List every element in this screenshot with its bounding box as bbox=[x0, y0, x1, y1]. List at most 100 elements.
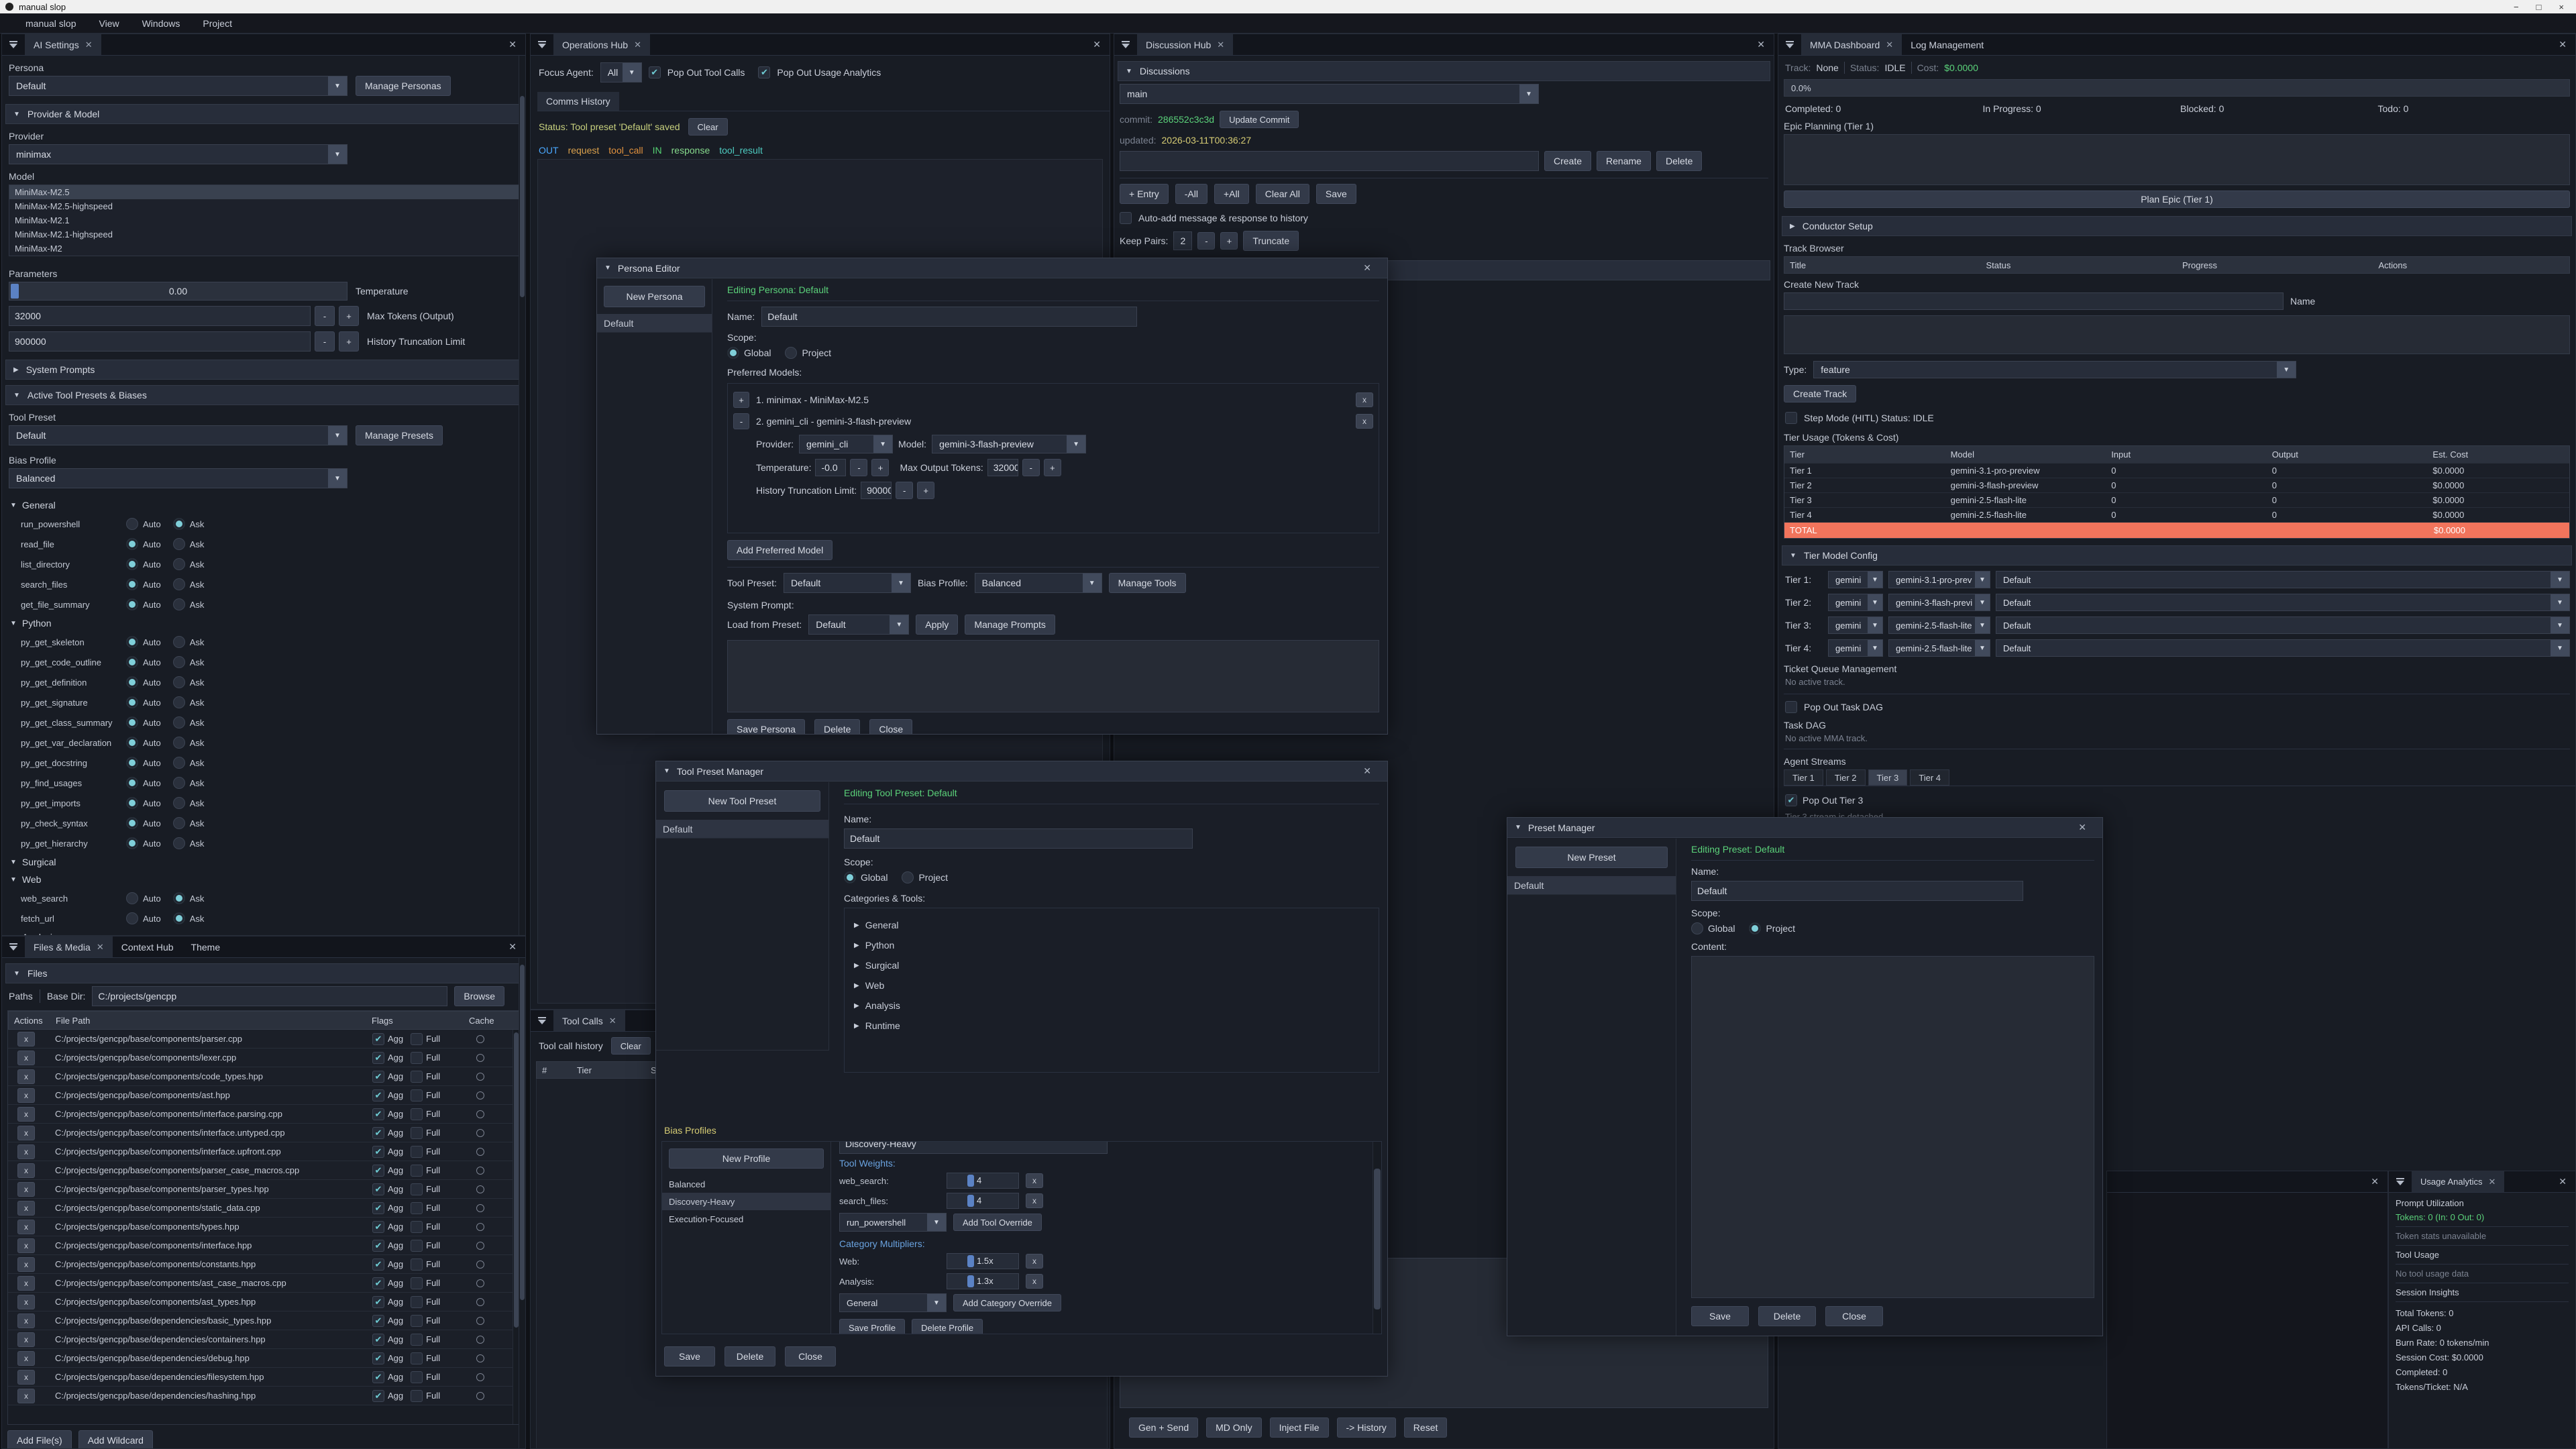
full-checkbox[interactable] bbox=[411, 1183, 423, 1195]
tab-close-icon[interactable]: ✕ bbox=[85, 40, 93, 50]
ask-radio[interactable] bbox=[173, 598, 185, 610]
panel-close-icon[interactable]: ✕ bbox=[1748, 34, 1774, 55]
full-checkbox[interactable] bbox=[411, 1108, 423, 1120]
tool-group-header[interactable]: ▼Surgical bbox=[2, 853, 525, 871]
auto-radio[interactable] bbox=[126, 676, 138, 688]
remove-file-button[interactable]: x bbox=[17, 1144, 35, 1159]
tab-theme[interactable]: Theme bbox=[182, 936, 229, 957]
category-row[interactable]: ▶Web bbox=[854, 975, 1379, 996]
remove-file-button[interactable]: x bbox=[17, 1370, 35, 1385]
agg-checkbox[interactable]: ✔ bbox=[372, 1371, 384, 1383]
tab-files-media[interactable]: Files & Media✕ bbox=[25, 936, 113, 957]
remove-override-button[interactable]: x bbox=[1026, 1254, 1043, 1269]
auto-radio[interactable] bbox=[126, 777, 138, 789]
full-checkbox[interactable] bbox=[411, 1352, 423, 1364]
auto-radio[interactable] bbox=[126, 892, 138, 904]
stream-tab-tier-4[interactable]: Tier 4 bbox=[1910, 769, 1949, 786]
dialog-close-icon[interactable]: ✕ bbox=[1354, 262, 1380, 274]
tool-weight-input[interactable]: 4 bbox=[947, 1173, 1019, 1189]
full-checkbox[interactable] bbox=[411, 1052, 423, 1064]
preset-name-input[interactable]: Default bbox=[1691, 881, 2023, 901]
remove-file-button[interactable]: x bbox=[17, 1276, 35, 1291]
new-persona-button[interactable]: New Persona bbox=[604, 286, 705, 307]
tool-preset-select[interactable]: Default▼ bbox=[9, 425, 347, 445]
type-select[interactable]: feature▼ bbox=[1813, 361, 2296, 378]
focus-agent-select[interactable]: All▼ bbox=[600, 62, 642, 83]
plan-epic-button[interactable]: Plan Epic (Tier 1) bbox=[1784, 191, 2570, 208]
agg-checkbox[interactable]: ✔ bbox=[372, 1240, 384, 1252]
agg-checkbox[interactable]: ✔ bbox=[372, 1071, 384, 1083]
full-checkbox[interactable] bbox=[411, 1146, 423, 1158]
agg-checkbox[interactable]: ✔ bbox=[372, 1221, 384, 1233]
discussion-select[interactable]: main▼ bbox=[1120, 84, 1539, 104]
delete-persona-button[interactable]: Delete bbox=[814, 719, 860, 734]
pref-provider-select[interactable]: gemini_cli▼ bbox=[799, 435, 893, 453]
panel-close-icon[interactable]: ✕ bbox=[500, 34, 525, 55]
track-description-textarea[interactable] bbox=[1784, 315, 2570, 354]
base-dir-input[interactable]: C:/projects/gencpp bbox=[92, 986, 447, 1006]
temp-minus-button[interactable]: - bbox=[850, 459, 867, 476]
tier-persona-select[interactable]: Default▼ bbox=[1996, 571, 2570, 588]
tab-mma-dashboard[interactable]: MMA Dashboard✕ bbox=[1801, 34, 1902, 55]
provider-select[interactable]: minimax▼ bbox=[9, 144, 347, 164]
category-override-select[interactable]: General▼ bbox=[839, 1293, 947, 1312]
history-limit-input[interactable]: 900000 bbox=[9, 331, 311, 352]
menu-item-windows[interactable]: Windows bbox=[142, 18, 180, 29]
remove-file-button[interactable]: x bbox=[17, 1257, 35, 1272]
agg-checkbox[interactable]: ✔ bbox=[372, 1315, 384, 1327]
temperature-slider[interactable]: 0.00 bbox=[9, 282, 347, 301]
tier-model-select[interactable]: gemini-2.5-flash-lite▼ bbox=[1888, 639, 1990, 657]
auto-radio[interactable] bbox=[126, 656, 138, 668]
maximize-icon[interactable]: □ bbox=[2536, 2, 2542, 12]
ask-radio[interactable] bbox=[173, 737, 185, 749]
tab-discussion-hub[interactable]: Discussion Hub✕ bbox=[1137, 34, 1233, 55]
profile-list-item[interactable]: Execution-Focused bbox=[662, 1210, 830, 1228]
agg-checkbox[interactable]: ✔ bbox=[372, 1108, 384, 1120]
full-checkbox[interactable] bbox=[411, 1277, 423, 1289]
rename-discussion-button[interactable]: Rename bbox=[1597, 151, 1651, 171]
auto-radio[interactable] bbox=[126, 696, 138, 708]
ask-radio[interactable] bbox=[173, 676, 185, 688]
max-tokens-minus-button[interactable]: - bbox=[315, 306, 335, 326]
stream-tab-tier-1[interactable]: Tier 1 bbox=[1784, 769, 1823, 786]
discussion--all-button[interactable]: -All bbox=[1175, 184, 1208, 204]
profile-name-input[interactable]: Discovery-Heavy bbox=[839, 1142, 1108, 1154]
slider-thumb[interactable] bbox=[967, 1175, 974, 1187]
agg-checkbox[interactable]: ✔ bbox=[372, 1033, 384, 1045]
auto-radio[interactable] bbox=[126, 558, 138, 570]
stream-tab-tier-2[interactable]: Tier 2 bbox=[1826, 769, 1866, 786]
auto-radio[interactable] bbox=[126, 598, 138, 610]
temp-plus-button[interactable]: + bbox=[871, 459, 889, 476]
remove-file-button[interactable]: x bbox=[17, 1351, 35, 1366]
model-list-item[interactable]: MiniMax-M2 bbox=[9, 241, 519, 256]
new-preset-button[interactable]: New Preset bbox=[1515, 847, 1668, 868]
discussion--all-button[interactable]: +All bbox=[1214, 184, 1249, 204]
agg-checkbox[interactable]: ✔ bbox=[372, 1390, 384, 1402]
remove-file-button[interactable]: x bbox=[17, 1069, 35, 1084]
auto-radio[interactable] bbox=[126, 737, 138, 749]
remove-file-button[interactable]: x bbox=[17, 1163, 35, 1178]
full-checkbox[interactable] bbox=[411, 1258, 423, 1271]
new-tool-preset-button[interactable]: New Tool Preset bbox=[664, 790, 820, 812]
tool-preset-name-input[interactable]: Default bbox=[844, 828, 1193, 849]
model-list-item[interactable]: MiniMax-M2.1-highspeed bbox=[9, 227, 519, 241]
remove-override-button[interactable]: x bbox=[1026, 1173, 1043, 1188]
tool-preset-list-item[interactable]: Default bbox=[656, 820, 828, 839]
active-tool-presets-header[interactable]: ▼Active Tool Presets & Biases bbox=[5, 385, 522, 405]
bias-profile-select[interactable]: Balanced▼ bbox=[9, 468, 347, 488]
ask-radio[interactable] bbox=[173, 817, 185, 829]
history-minus-button[interactable]: - bbox=[315, 331, 335, 352]
max-tokens-input[interactable]: 32000 bbox=[9, 306, 311, 326]
manage-prompts-button[interactable]: Manage Prompts bbox=[965, 614, 1055, 635]
create-track-button[interactable]: Create Track bbox=[1784, 385, 1856, 402]
scope-project-radio[interactable] bbox=[1749, 922, 1761, 934]
ask-radio[interactable] bbox=[173, 912, 185, 924]
ask-radio[interactable] bbox=[173, 757, 185, 769]
auto-radio[interactable] bbox=[126, 636, 138, 648]
remove-preferred-button[interactable]: x bbox=[1356, 414, 1373, 429]
close-preset-button[interactable]: Close bbox=[1825, 1306, 1883, 1326]
delete-preset-button[interactable]: Delete bbox=[1758, 1306, 1816, 1326]
dock-menu-icon[interactable] bbox=[1778, 34, 1801, 55]
manage-tools-button[interactable]: Manage Tools bbox=[1109, 573, 1186, 593]
update-commit-button[interactable]: Update Commit bbox=[1220, 111, 1299, 128]
